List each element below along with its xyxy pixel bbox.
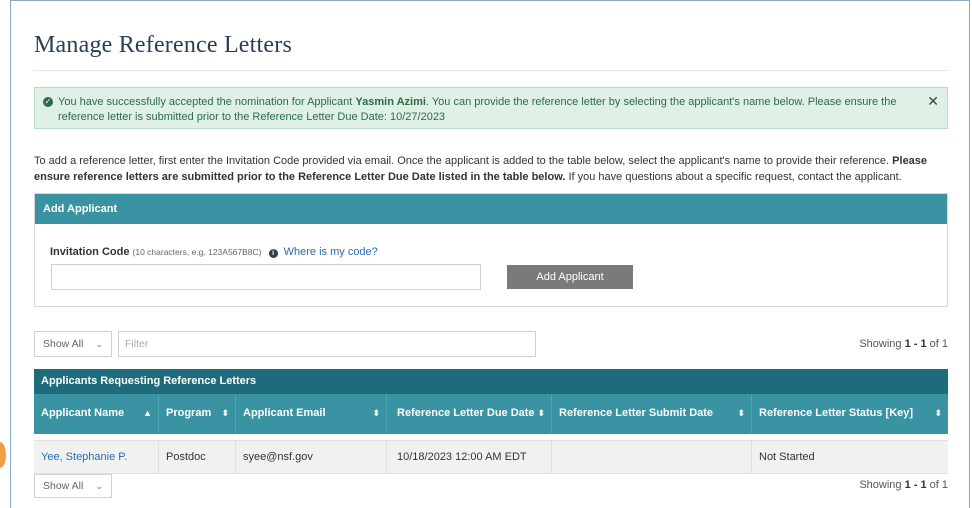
column-label: Applicant Email <box>243 407 326 419</box>
page-title: Manage Reference Letters <box>34 32 292 58</box>
showing-suffix: of 1 <box>926 479 948 491</box>
add-applicant-header: Add Applicant <box>35 194 947 224</box>
invitation-code-label-text: Invitation Code <box>50 246 130 258</box>
column-label: Reference Letter Due Date <box>397 407 535 419</box>
column-label: Reference Letter Status [Key] <box>759 407 914 419</box>
applicant-name-link[interactable]: Yee, Stephanie P. <box>34 441 159 473</box>
show-count-select[interactable]: Show All ⌄ <box>34 331 112 357</box>
intro-text: To add a reference letter, first enter t… <box>34 153 954 185</box>
intro-text-2: If you have questions about a specific r… <box>565 171 902 183</box>
showing-range: 1 - 1 <box>904 338 927 350</box>
sort-icon: ⬍ <box>737 408 745 418</box>
callout-marker <box>0 442 6 468</box>
alert-text-prefix: You have successfully accepted the nomin… <box>58 96 356 108</box>
invitation-code-input[interactable] <box>51 264 481 290</box>
alert-text-line2: reference letter is submitted prior to t… <box>58 111 446 123</box>
filter-input[interactable]: Filter <box>118 331 536 357</box>
column-submit-date[interactable]: Reference Letter Submit Date ⬍ <box>552 394 752 434</box>
chevron-down-icon: ⌄ <box>95 339 103 349</box>
submit-date-cell <box>552 441 752 473</box>
filter-placeholder: Filter <box>125 338 149 350</box>
sort-icon: ⬍ <box>372 408 380 418</box>
alert-text-line1: . You can provide the reference letter b… <box>425 96 897 108</box>
sort-icon: ⬍ <box>221 408 229 418</box>
email-cell: syee@nsf.gov <box>236 441 387 473</box>
program-cell: Postdoc <box>159 441 236 473</box>
column-applicant-name[interactable]: Applicant Name ▲ <box>34 394 159 434</box>
showing-count-top: Showing 1 - 1 of 1 <box>859 338 948 350</box>
column-program[interactable]: Program ⬍ <box>159 394 236 434</box>
column-status[interactable]: Reference Letter Status [Key] ⬍ <box>752 394 948 434</box>
showing-prefix: Showing <box>859 338 905 350</box>
intro-text-1: To add a reference letter, first enter t… <box>34 155 893 167</box>
column-label: Program <box>166 407 212 419</box>
due-date-cell: 10/18/2023 12:00 AM EDT <box>387 441 552 473</box>
table-title: Applicants Requesting Reference Letters <box>34 369 948 394</box>
chevron-down-icon: ⌄ <box>95 481 103 491</box>
alert-applicant-name: Yasmin Azimi <box>355 96 426 108</box>
showing-count-bottom: Showing 1 - 1 of 1 <box>859 479 948 491</box>
showing-range: 1 - 1 <box>904 479 927 491</box>
sort-icon: ⬍ <box>934 408 942 418</box>
column-due-date[interactable]: Reference Letter Due Date ⬍ <box>387 394 552 434</box>
column-applicant-email[interactable]: Applicant Email ⬍ <box>236 394 387 434</box>
show-count-value: Show All <box>43 338 84 350</box>
showing-suffix: of 1 <box>926 338 948 350</box>
add-applicant-panel: Add Applicant Invitation Code (10 charac… <box>34 193 948 307</box>
where-is-my-code-link[interactable]: Where is my code? <box>284 246 378 258</box>
column-label: Reference Letter Submit Date <box>559 407 714 419</box>
title-divider <box>34 70 948 71</box>
status-cell: Not Started <box>759 451 815 463</box>
show-count-value-bottom: Show All <box>43 480 84 492</box>
add-applicant-button[interactable]: Add Applicant <box>507 265 633 289</box>
close-icon[interactable]: ✕ <box>927 94 939 109</box>
column-label: Applicant Name <box>41 407 125 419</box>
sort-icon: ⬍ <box>537 408 545 418</box>
show-count-select-bottom[interactable]: Show All ⌄ <box>34 474 112 498</box>
table-row: Yee, Stephanie P. Postdoc syee@nsf.gov 1… <box>34 440 948 474</box>
table-header: Applicant Name ▲ Program ⬍ Applicant Email… <box>34 394 948 434</box>
check-circle-icon: ✓ <box>43 97 53 107</box>
success-alert: ✓ You have successfully accepted the nom… <box>34 87 948 129</box>
sort-up-icon: ▲ <box>143 408 152 418</box>
invitation-code-label: Invitation Code (10 characters, e.g. 123… <box>50 246 378 258</box>
showing-prefix: Showing <box>859 479 905 491</box>
invitation-code-hint: (10 characters, e.g. 123A567B8C) <box>132 247 262 257</box>
info-icon: i <box>268 249 278 258</box>
